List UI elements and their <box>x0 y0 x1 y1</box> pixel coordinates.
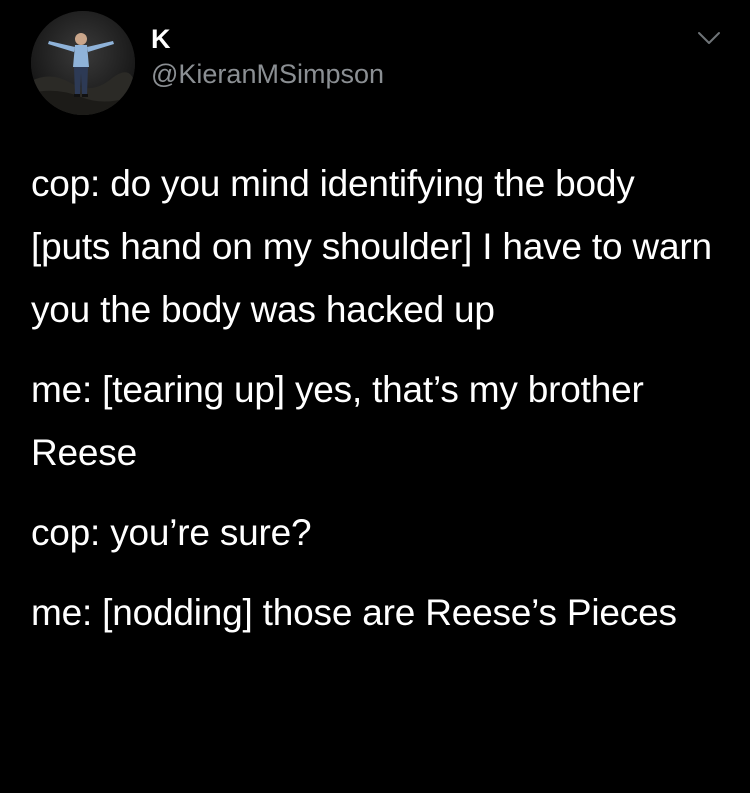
avatar[interactable] <box>31 11 135 115</box>
avatar-photo <box>31 11 135 115</box>
tweet-paragraph: me: [nodding] those are Reese’s Pieces <box>31 592 677 633</box>
tweet: K @KieranMSimpson cop: do you mind ident… <box>0 0 750 793</box>
tweet-paragraph: cop: you’re sure? <box>31 512 312 553</box>
chevron-down-icon[interactable] <box>697 30 721 46</box>
display-name[interactable]: K <box>151 23 171 55</box>
tweet-paragraph: cop: do you mind identifying the body [p… <box>31 163 712 330</box>
tweet-body: cop: do you mind identifying the body [p… <box>31 152 721 661</box>
user-handle[interactable]: @KieranMSimpson <box>151 57 384 91</box>
tweet-paragraph: me: [tearing up] yes, that’s my brother … <box>31 369 644 473</box>
